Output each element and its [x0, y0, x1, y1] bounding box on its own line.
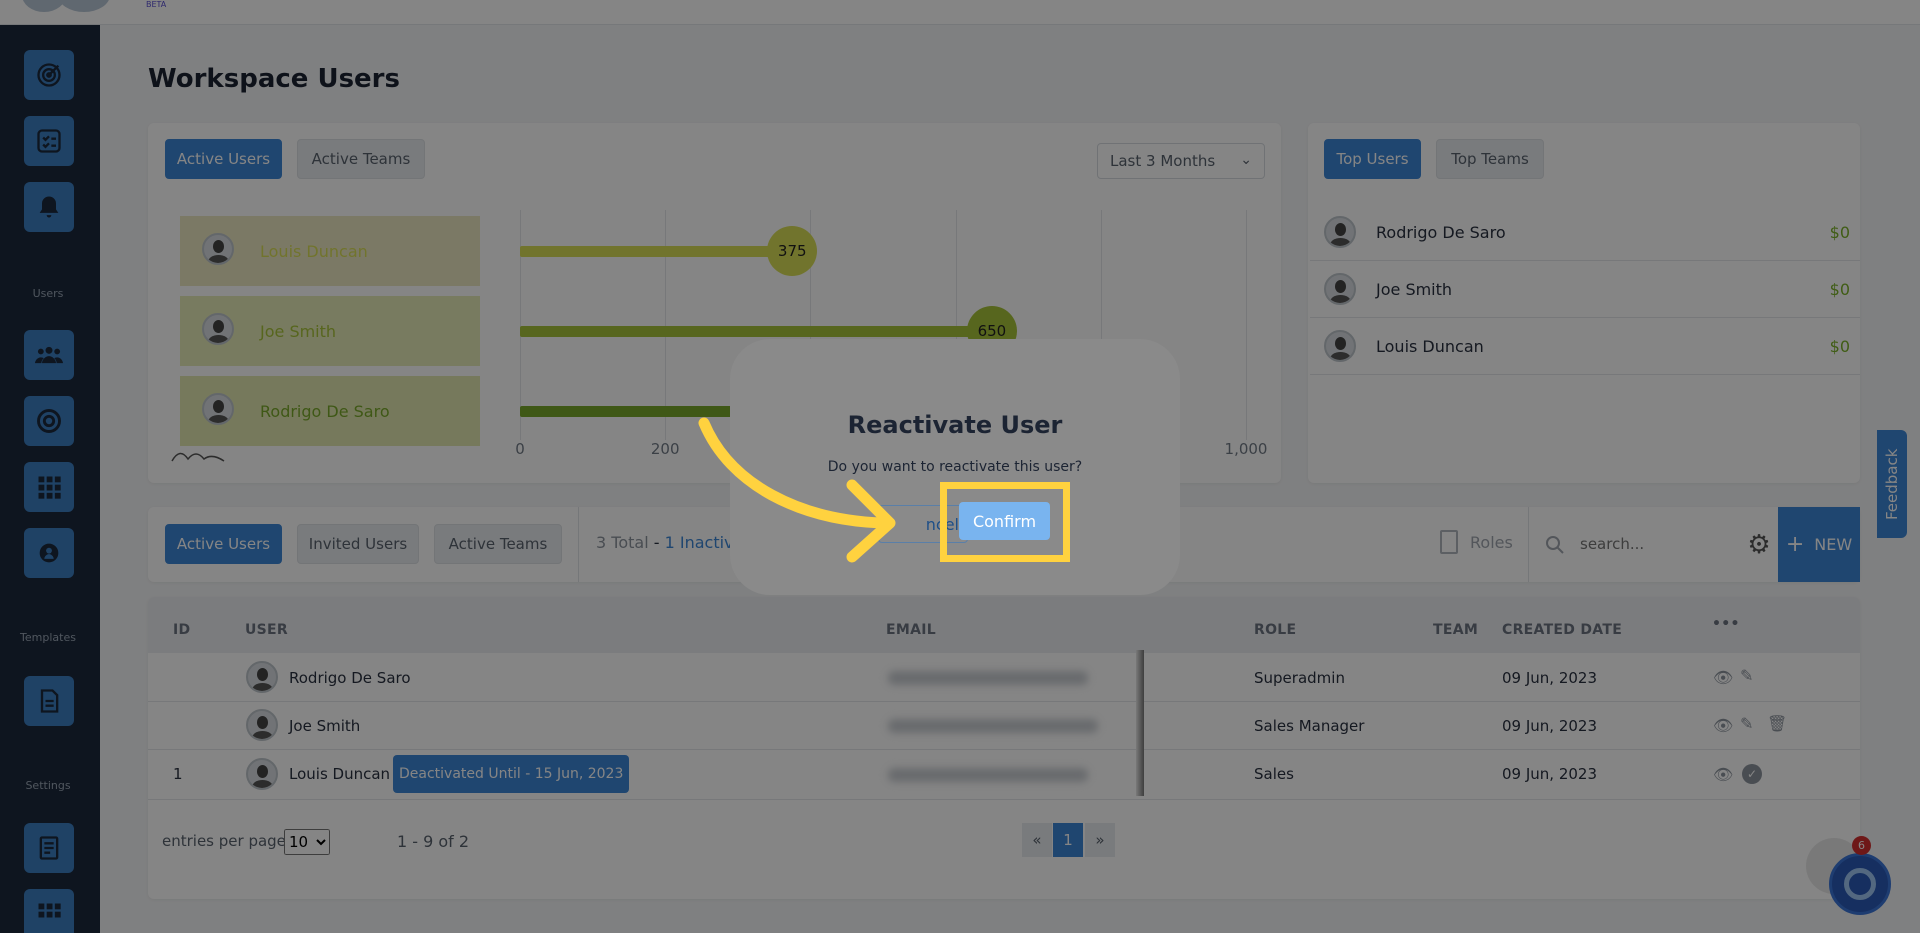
- confirm-button[interactable]: Confirm: [959, 502, 1050, 540]
- pointer-arrow-icon: [698, 417, 896, 563]
